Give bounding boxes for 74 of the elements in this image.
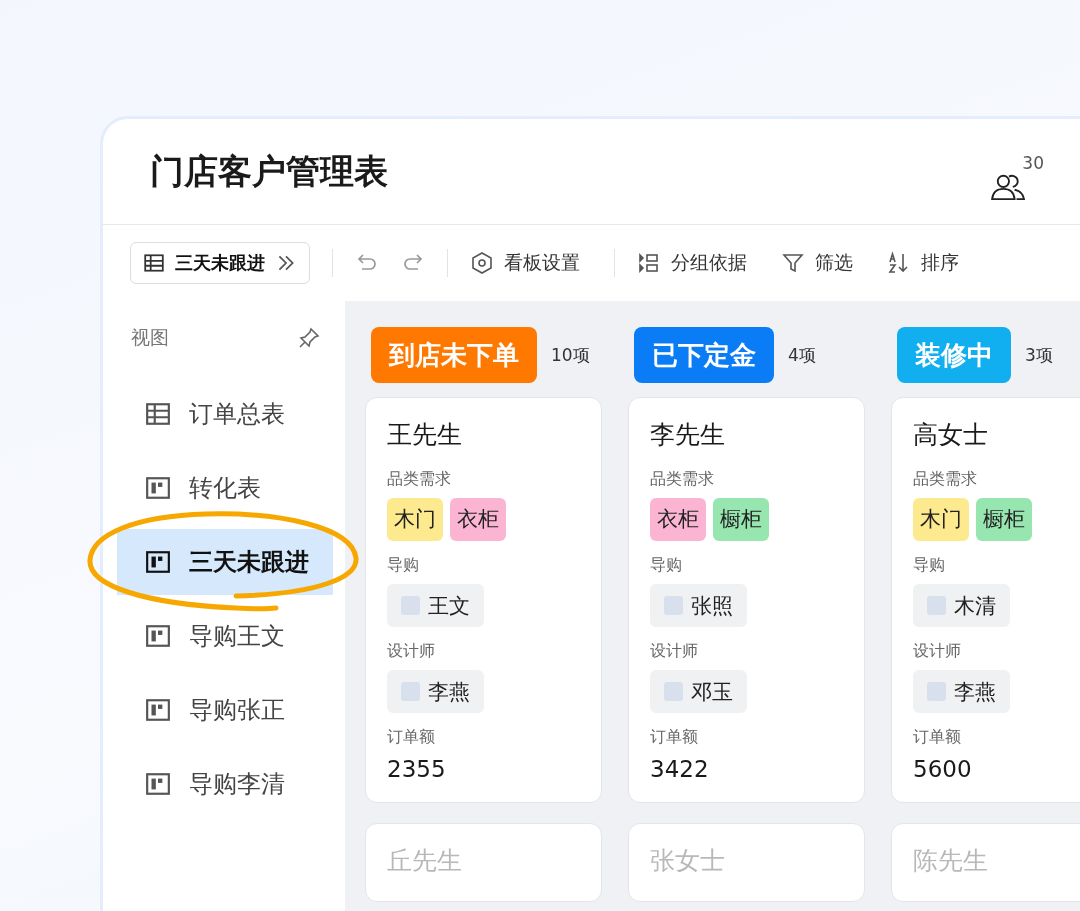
board-icon: [145, 475, 171, 501]
field-value: 3422: [650, 756, 709, 782]
sort-icon: [887, 251, 911, 275]
sidebar-item[interactable]: 三天未跟进: [117, 529, 333, 595]
settings-icon: [470, 251, 494, 275]
board-icon: [145, 771, 171, 797]
table-icon: [145, 401, 171, 427]
field-label: 设计师: [387, 641, 435, 662]
customer-name: 王先生: [387, 419, 463, 451]
member-count: 30: [1022, 152, 1044, 173]
sidebar-item[interactable]: 导购王文: [117, 603, 333, 669]
person-name: 李燕: [428, 678, 470, 706]
column-title: 已下定金: [634, 327, 774, 383]
avatar-icon: [664, 682, 683, 701]
field-label: 订单额: [913, 727, 961, 748]
avatar-icon: [401, 596, 420, 615]
view-selector[interactable]: 三天未跟进: [130, 242, 310, 284]
person-name: 王文: [428, 592, 470, 620]
category-tag: 木门: [387, 498, 443, 541]
avatar-icon: [927, 596, 946, 615]
window-title: 门店客户管理表: [150, 149, 388, 193]
customer-card[interactable]: 王先生 品类需求 木门 衣柜 导购 王文 设计师 李燕 订单额 2355: [365, 397, 602, 803]
category-tag: 衣柜: [450, 498, 506, 541]
field-label: 品类需求: [650, 469, 714, 490]
column-count: 10项: [551, 343, 590, 367]
person-name: 张照: [691, 592, 733, 620]
board-icon: [145, 623, 171, 649]
customer-name: 陈先生: [913, 845, 989, 877]
field-value: 5600: [913, 756, 972, 782]
column-count: 4项: [788, 343, 816, 367]
field-label: 设计师: [913, 641, 961, 662]
table-icon: [143, 252, 165, 274]
person-name: 木清: [954, 592, 996, 620]
customer-name: 李先生: [650, 419, 726, 451]
avatar-icon: [664, 596, 683, 615]
column-title: 到店未下单: [371, 327, 537, 383]
field-label: 导购: [913, 555, 945, 576]
person-name: 邓玉: [691, 678, 733, 706]
toolbar-settings-button[interactable]: 看板设置: [470, 250, 580, 276]
field-label: 设计师: [650, 641, 698, 662]
toolbar-group-button[interactable]: 分组依据: [637, 250, 747, 276]
sidebar-item[interactable]: 导购李清: [117, 751, 333, 817]
sidebar-item[interactable]: 导购张正: [117, 677, 333, 743]
customer-card[interactable]: 李先生 品类需求 衣柜 橱柜 导购 张照 设计师 邓玉 订单额 3422: [628, 397, 865, 803]
customer-card[interactable]: 高女士 品类需求 木门 橱柜 导购 木清 设计师 李燕 订单额 5600: [891, 397, 1080, 803]
category-tag: 衣柜: [650, 498, 706, 541]
column-count: 3项: [1025, 343, 1053, 367]
field-label: 订单额: [387, 727, 435, 748]
column-title: 装修中: [897, 327, 1011, 383]
field-label: 品类需求: [387, 469, 451, 490]
sidebar-item[interactable]: 转化表: [117, 455, 333, 521]
sidebar-heading: 视图: [131, 325, 169, 350]
category-tag: 橱柜: [713, 498, 769, 541]
toolbar-sort-button[interactable]: 排序: [887, 250, 959, 276]
board-icon: [145, 697, 171, 723]
field-label: 导购: [650, 555, 682, 576]
filter-icon: [781, 251, 805, 275]
category-tag: 橱柜: [976, 498, 1032, 541]
category-tag: 木门: [913, 498, 969, 541]
field-label: 品类需求: [913, 469, 977, 490]
group-icon: [637, 251, 661, 275]
customer-name: 张女士: [650, 845, 726, 877]
pin-icon[interactable]: [297, 326, 321, 350]
field-value: 2355: [387, 756, 446, 782]
customer-name: 丘先生: [387, 845, 463, 877]
toolbar-filter-button[interactable]: 筛选: [781, 250, 853, 276]
sidebar-item[interactable]: 订单总表: [117, 381, 333, 447]
avatar-icon: [927, 682, 946, 701]
customer-name: 高女士: [913, 419, 989, 451]
board-icon: [145, 549, 171, 575]
person-name: 李燕: [954, 678, 996, 706]
field-label: 导购: [387, 555, 419, 576]
field-label: 订单额: [650, 727, 698, 748]
avatar-icon: [401, 682, 420, 701]
